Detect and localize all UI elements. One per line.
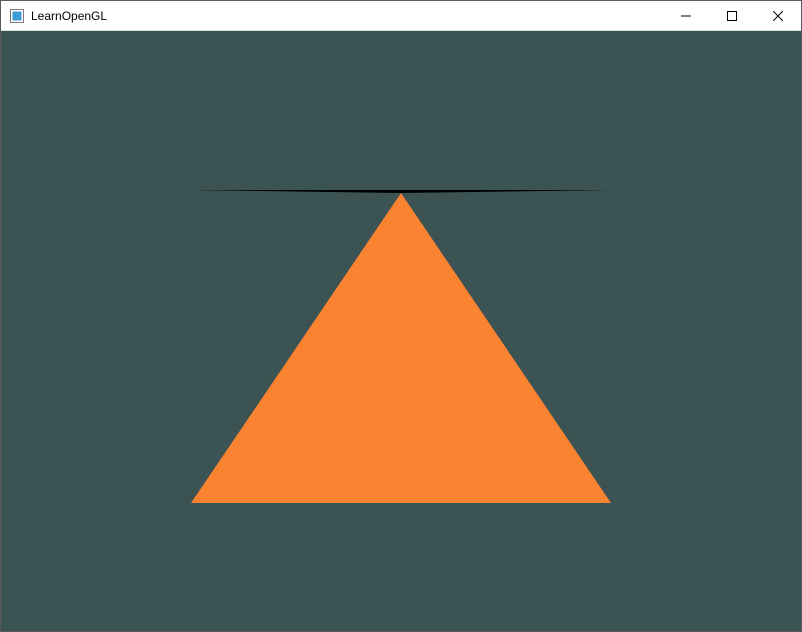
rendered-triangle <box>191 190 611 503</box>
close-button[interactable] <box>755 1 801 30</box>
app-icon <box>9 8 25 24</box>
client-area <box>1 31 801 631</box>
maximize-icon <box>727 11 737 21</box>
opengl-viewport <box>1 31 801 631</box>
minimize-button[interactable] <box>663 1 709 30</box>
window-controls <box>663 1 801 30</box>
window-title: LearnOpenGL <box>31 1 107 31</box>
minimize-icon <box>681 11 691 21</box>
close-icon <box>773 11 783 21</box>
window-titlebar[interactable]: LearnOpenGL <box>1 1 801 31</box>
maximize-button[interactable] <box>709 1 755 30</box>
